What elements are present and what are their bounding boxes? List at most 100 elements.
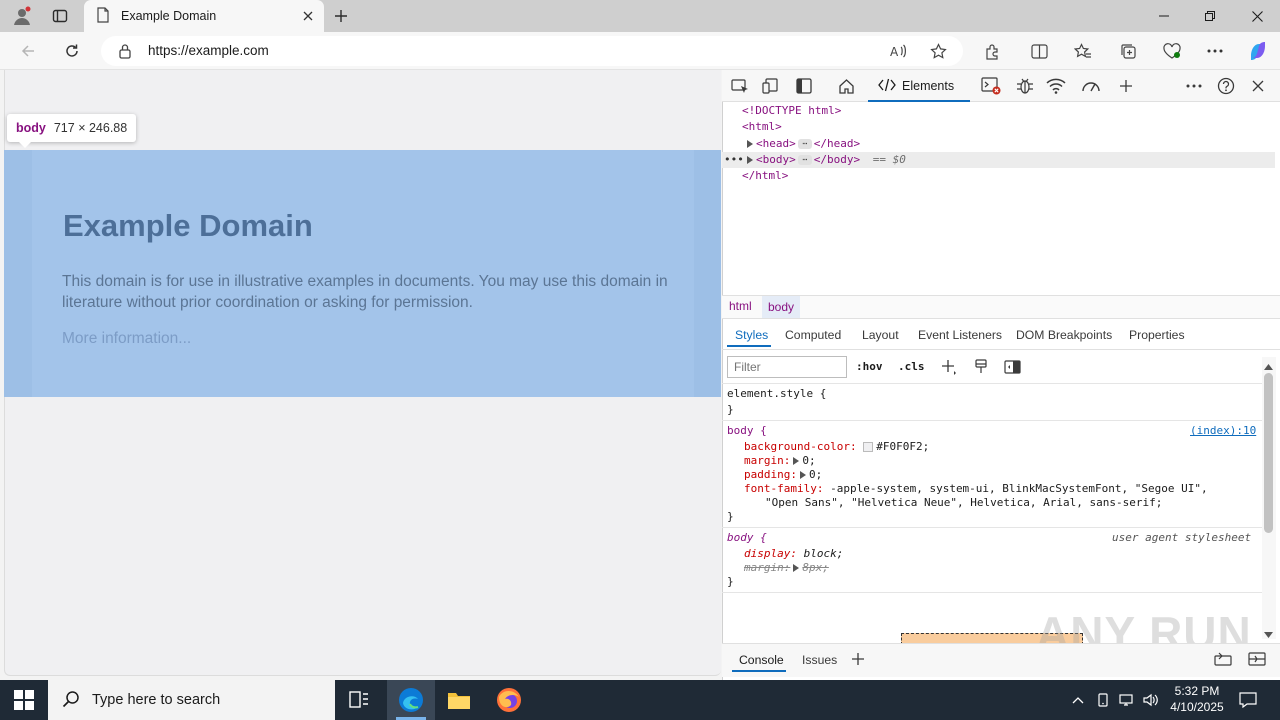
console-icon[interactable] <box>978 74 1004 98</box>
close-drawer-icon[interactable] <box>1248 652 1266 669</box>
styles-scrollbar-thumb[interactable] <box>1264 373 1273 533</box>
firefox-icon[interactable] <box>496 687 522 716</box>
inspect-element-icon[interactable] <box>727 74 753 98</box>
page-icon <box>96 6 110 26</box>
new-style-rule-icon[interactable] <box>941 359 957 378</box>
file-explorer-icon[interactable] <box>447 689 471 714</box>
performance-icon[interactable] <box>1078 74 1104 98</box>
drawer-add-tab-icon[interactable] <box>851 652 865 669</box>
computed-sidebar-icon[interactable] <box>1004 360 1021 377</box>
restore-button[interactable] <box>1187 0 1233 32</box>
close-icon[interactable] <box>296 4 320 28</box>
dom-body-collapsed[interactable]: ⋯ <box>797 155 812 165</box>
element-style-close: } <box>727 403 734 416</box>
prop-margin-overridden[interactable]: margin: 8px; <box>744 561 829 574</box>
device-emulation-icon[interactable] <box>758 74 784 98</box>
devtools-close-icon[interactable] <box>1245 74 1271 98</box>
profile-icon[interactable] <box>10 4 34 28</box>
lock-icon[interactable] <box>118 43 132 62</box>
browser-tab[interactable]: Example Domain <box>84 0 324 32</box>
windows-start-icon[interactable] <box>14 690 34 713</box>
collections-icon[interactable] <box>1113 36 1143 66</box>
more-information-link[interactable]: More information... <box>62 330 191 348</box>
refresh-icon[interactable] <box>57 36 87 66</box>
split-screen-icon[interactable] <box>1024 36 1054 66</box>
breadcrumb-html[interactable]: html <box>729 299 752 313</box>
window-close-button[interactable] <box>1234 0 1280 32</box>
ua-body-selector[interactable]: body { <box>727 531 767 544</box>
show-hidden-icons-icon[interactable] <box>1067 688 1089 712</box>
tab-computed[interactable]: Computed <box>785 328 841 342</box>
paint-brush-icon[interactable] <box>974 359 988 378</box>
hover-state-button[interactable]: :hov <box>856 360 883 373</box>
prop-display[interactable]: display: block; <box>744 547 843 560</box>
prop-background-color[interactable]: background-color: #F0F0F2; <box>744 440 929 453</box>
favorites-icon[interactable] <box>1068 36 1098 66</box>
network-icon[interactable] <box>1116 688 1138 712</box>
dock-drawer-icon[interactable] <box>1214 652 1232 669</box>
tab-elements[interactable]: Elements <box>868 72 970 102</box>
sources-bug-icon[interactable] <box>1012 74 1038 98</box>
edge-icon[interactable] <box>398 687 424 716</box>
tab-event-listeners[interactable]: Event Listeners <box>918 328 1002 342</box>
expand-triangle-icon[interactable] <box>793 564 800 572</box>
tab-properties[interactable]: Properties <box>1129 328 1185 342</box>
dom-html-open[interactable]: <html> <box>742 120 782 133</box>
scroll-up-icon[interactable] <box>1264 359 1273 373</box>
more-tools-plus-icon[interactable] <box>1113 74 1139 98</box>
styles-filter-input[interactable] <box>727 356 847 378</box>
dom-body-node[interactable]: <body> ⋯ </body> == $0 <box>747 153 906 166</box>
prop-font-family[interactable]: font-family: -apple-system, system-ui, B… <box>744 482 1208 495</box>
tooltip-dimensions: 717 × 246.88 <box>53 121 128 135</box>
volume-icon[interactable] <box>1140 688 1162 712</box>
element-style-selector[interactable]: element.style { <box>727 387 826 400</box>
inspect-tooltip: body 717 × 246.88 <box>7 114 137 142</box>
drawer-tab-issues[interactable]: Issues <box>802 653 837 667</box>
help-icon[interactable] <box>1213 74 1239 98</box>
task-view-icon[interactable] <box>349 690 369 713</box>
copilot-icon[interactable] <box>1243 36 1273 66</box>
tab-styles[interactable]: Styles <box>735 328 768 342</box>
home-icon[interactable] <box>833 74 859 98</box>
expand-triangle-icon[interactable] <box>747 156 753 164</box>
rule-body-selector[interactable]: body { <box>727 424 767 437</box>
dom-row-dots[interactable]: ••• <box>724 153 744 166</box>
device-icon[interactable] <box>1092 688 1114 712</box>
minimize-button[interactable] <box>1141 0 1187 32</box>
expand-triangle-icon[interactable] <box>747 140 753 148</box>
expand-triangle-icon[interactable] <box>793 457 800 465</box>
notifications-icon[interactable] <box>1237 688 1259 712</box>
tab-layout[interactable]: Layout <box>862 328 899 342</box>
color-swatch[interactable] <box>863 442 874 452</box>
tab-title: Example Domain <box>121 9 217 23</box>
breadcrumb-body[interactable]: body <box>762 296 801 318</box>
plus-icon[interactable] <box>329 4 353 28</box>
clock[interactable]: 5:32 PM 4/10/2025 <box>1164 683 1230 715</box>
url-text[interactable]: https://example.com <box>148 43 269 58</box>
dock-side-icon[interactable] <box>791 74 817 98</box>
extensions-icon[interactable] <box>977 36 1007 66</box>
more-options-icon[interactable] <box>1200 36 1230 66</box>
dom-doctype[interactable]: <!DOCTYPE html> <box>742 104 841 117</box>
favorite-star-icon[interactable] <box>923 36 953 66</box>
browser-essentials-icon[interactable] <box>1157 36 1187 66</box>
tab-dom-breakpoints[interactable]: DOM Breakpoints <box>1016 328 1112 342</box>
read-aloud-icon[interactable]: A <box>883 36 913 66</box>
expand-triangle-icon[interactable] <box>799 471 806 479</box>
dom-head-node[interactable]: <head> ⋯ </head> <box>747 137 860 150</box>
taskbar-search[interactable]: Type here to search <box>48 680 335 720</box>
scroll-down-icon[interactable] <box>1264 627 1273 641</box>
devtools-menu-icon[interactable] <box>1181 74 1207 98</box>
prop-margin[interactable]: margin: 0; <box>744 454 816 467</box>
prop-padding[interactable]: padding: 0; <box>744 468 822 481</box>
rule-source-link[interactable]: (index):10 <box>1190 424 1256 437</box>
dom-head-collapsed[interactable]: ⋯ <box>797 139 812 149</box>
drawer-tab-console[interactable]: Console <box>739 653 784 667</box>
class-toggle-button[interactable]: .cls <box>898 360 925 373</box>
rule-divider <box>722 592 1262 593</box>
network-wifi-icon[interactable] <box>1043 74 1069 98</box>
dom-html-close[interactable]: </html> <box>742 169 788 182</box>
page-paragraph: This domain is for use in illustrative e… <box>62 273 668 311</box>
tab-actions-icon[interactable] <box>48 4 72 28</box>
back-arrow-icon[interactable] <box>13 36 43 66</box>
